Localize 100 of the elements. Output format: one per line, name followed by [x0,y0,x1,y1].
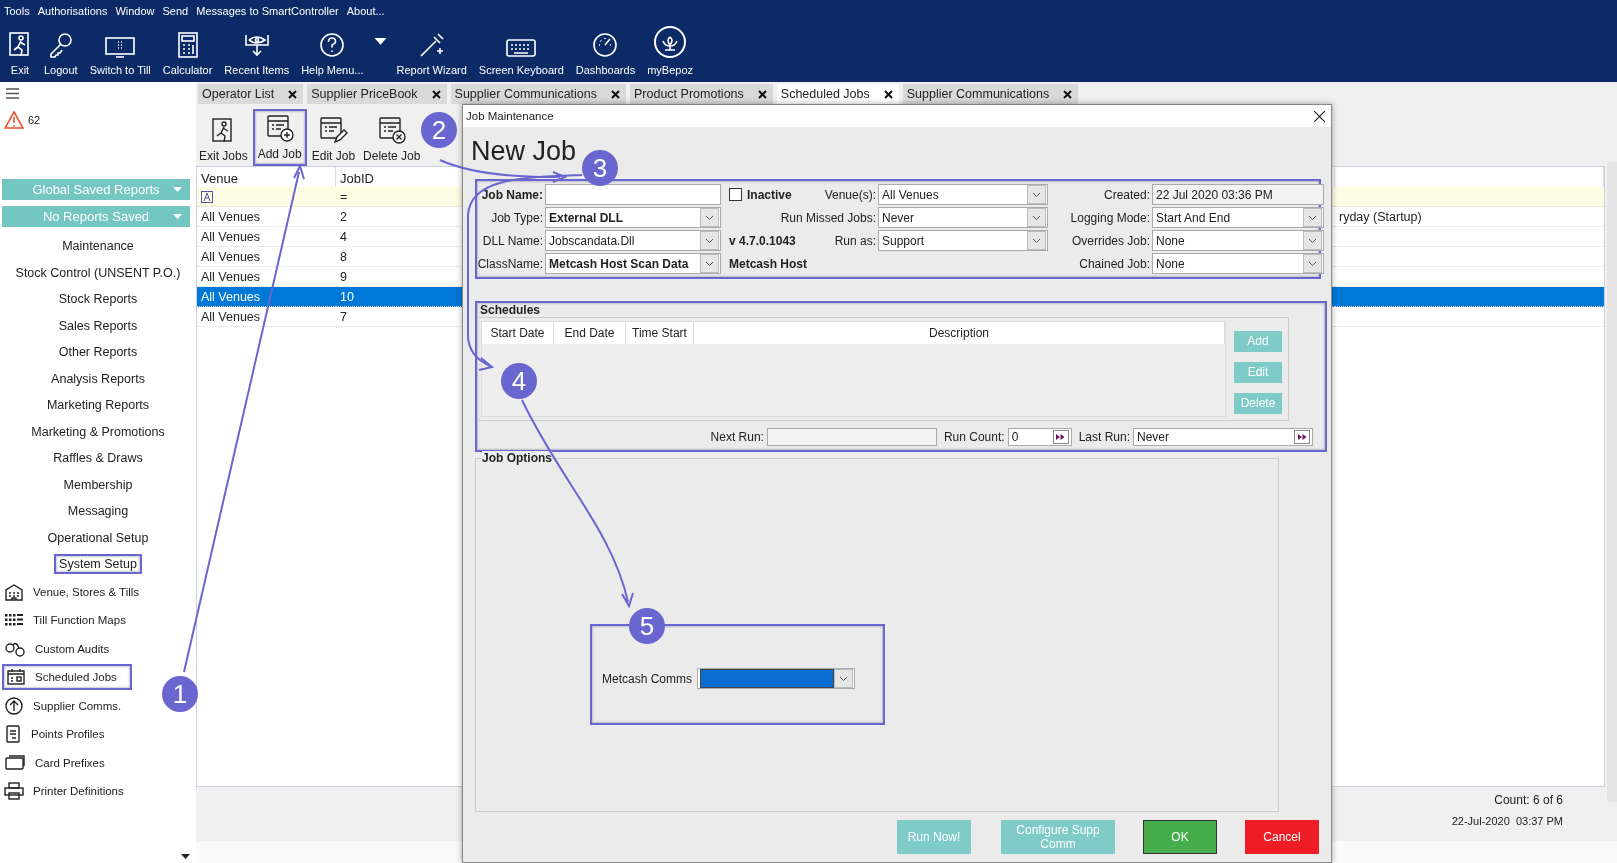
sidebar-section[interactable]: Raffles & Draws [50,450,146,467]
chevron-down-icon[interactable] [705,260,714,267]
tab[interactable]: Operator List [198,84,304,104]
menu-item[interactable]: Tools [4,5,30,17]
dialog-button[interactable]: Cancel [1245,820,1319,854]
sidebar-section[interactable]: Messaging [64,503,132,520]
column-header[interactable]: Start Date [482,322,554,344]
tab[interactable]: Supplier Communications [902,84,1079,104]
fast-forward-icon[interactable] [1294,430,1310,444]
close-tab-icon[interactable] [883,89,893,99]
toolbar-button[interactable]: Help Menu... [295,20,370,80]
tab[interactable]: Supplier PriceBook [307,84,447,104]
menu-item[interactable]: Send [162,5,189,17]
table-cell[interactable]: All Venues [197,287,336,307]
toolbar-button[interactable]: Delete Job [360,113,424,166]
dropdown-caret-icon[interactable] [373,38,387,46]
dropdown-field[interactable]: Metcash Host Scan Data [545,253,721,274]
dropdown-field[interactable]: Jobscandata.Dll [545,230,721,251]
close-tab-icon[interactable] [1063,89,1073,99]
run-count-field[interactable]: 0 [1007,428,1072,446]
sidebar-section[interactable]: Operational Setup [44,529,152,546]
close-tab-icon[interactable] [611,89,620,99]
close-tab-icon[interactable] [431,89,441,99]
chevron-down-icon[interactable] [705,214,714,221]
menu-item[interactable]: Authorisations [37,5,108,17]
toolbar-button[interactable]: Recent Items [218,20,296,80]
table-cell[interactable]: All Venues [197,307,336,327]
chevron-down-icon[interactable] [1032,214,1041,221]
dropdown-field[interactable]: None [1152,253,1324,274]
toolbar-button[interactable]: Logout [38,20,84,80]
close-tab-icon[interactable] [288,89,298,99]
sidebar-item[interactable]: Supplier Comms. [2,693,126,718]
toolbar-button[interactable]: Screen Keyboard [472,20,570,80]
fast-forward-icon[interactable] [1052,430,1069,444]
toolbar-button[interactable]: Switch to Till [83,20,157,80]
dropdown-field[interactable]: Start And End [1152,207,1324,228]
dropdown-field[interactable]: All Venues [878,184,1048,205]
menu-item[interactable]: Window [115,5,155,17]
text-field[interactable] [545,184,721,205]
field-label: Venue(s): [824,187,876,202]
column-header[interactable]: Description [694,322,1225,344]
sidebar-item[interactable]: Scheduled Jobs [2,664,132,691]
sidebar-item[interactable]: Printer Definitions [2,780,128,803]
menu-icon[interactable] [6,88,19,99]
sidebar-item[interactable]: Points Profiles [2,722,109,747]
sidebar-section[interactable]: Marketing Reports [43,397,153,414]
chevron-down-icon[interactable] [1308,237,1317,244]
toolbar-button[interactable]: Exit Jobs [196,115,251,166]
last-run-field[interactable]: Never [1133,428,1313,446]
dropdown-field[interactable]: Never [878,207,1048,228]
filter-text-icon[interactable] [201,190,213,203]
chevron-down-icon[interactable] [1032,191,1041,198]
table-cell[interactable] [1335,287,1604,307]
toolbar-button[interactable]: Calculator [156,20,219,80]
table-cell[interactable]: ryday (Startup) [1335,207,1604,227]
chevron-down-icon[interactable] [1032,237,1041,244]
table-cell[interactable]: All Venues [197,247,336,267]
chevron-down-icon[interactable] [839,675,849,682]
toolbar-button[interactable]: Dashboards [569,20,642,80]
tab[interactable]: Scheduled Jobs [776,84,899,104]
sidebar-item[interactable]: Till Function Maps [2,610,130,631]
column-header[interactable]: End Date [554,322,626,344]
sidebar-section[interactable]: Maintenance [59,238,137,255]
close-tab-icon[interactable] [757,89,767,99]
sidebar-section[interactable]: Membership [60,476,136,493]
menu-item[interactable]: Messages to SmartController [196,5,339,17]
sidebar-section[interactable]: Marketing & Promotions [28,423,168,440]
filter-cell[interactable] [1335,187,1604,207]
sidebar-section[interactable]: Other Reports [55,344,141,361]
record-count: Count: 6 of 6 [1494,793,1563,807]
toolbar-button[interactable]: Exit [2,20,38,80]
column-header[interactable]: Time Start [626,322,694,344]
chevron-down-icon[interactable] [1308,214,1317,221]
sidebar-section[interactable]: Sales Reports [55,317,141,334]
close-icon[interactable] [1314,110,1325,122]
sidebar-section[interactable]: Stock Reports [55,291,141,308]
filter-cell[interactable] [197,187,336,207]
table-cell[interactable]: All Venues [197,207,336,227]
sidebar-section[interactable]: System Setup [54,554,142,575]
tab[interactable]: Supplier Communications [450,84,626,104]
toolbar-button[interactable]: Edit Job [308,113,359,166]
field-value: External DLL [549,210,623,225]
menu-item[interactable]: About... [346,5,385,17]
tab[interactable]: Product Promotions [630,84,773,104]
sidebar-item[interactable]: Card Prefixes [2,751,109,774]
dropdown-field[interactable] [697,668,856,689]
table-cell[interactable]: All Venues [197,227,336,247]
toolbar-button[interactable]: Add Job [252,109,307,166]
dropdown-field[interactable]: External DLL [545,207,721,228]
chevron-down-icon[interactable] [705,237,714,244]
sidebar-section[interactable]: Analysis Reports [48,370,148,387]
chevron-down-icon[interactable] [1308,260,1317,267]
sidebar-item[interactable]: Custom Audits [2,637,114,660]
field-label: Last Run: [1078,430,1130,444]
sidebar-section[interactable]: Stock Control (UNSENT P.O.) [12,264,184,281]
dropdown-field[interactable]: Support [878,230,1048,251]
dropdown-field[interactable]: None [1152,230,1324,251]
toolbar-button[interactable]: Report Wizard [390,20,473,80]
toolbar-button[interactable]: myBepoz [641,20,699,80]
sidebar-item[interactable]: Venue, Stores & Tills [2,580,144,603]
